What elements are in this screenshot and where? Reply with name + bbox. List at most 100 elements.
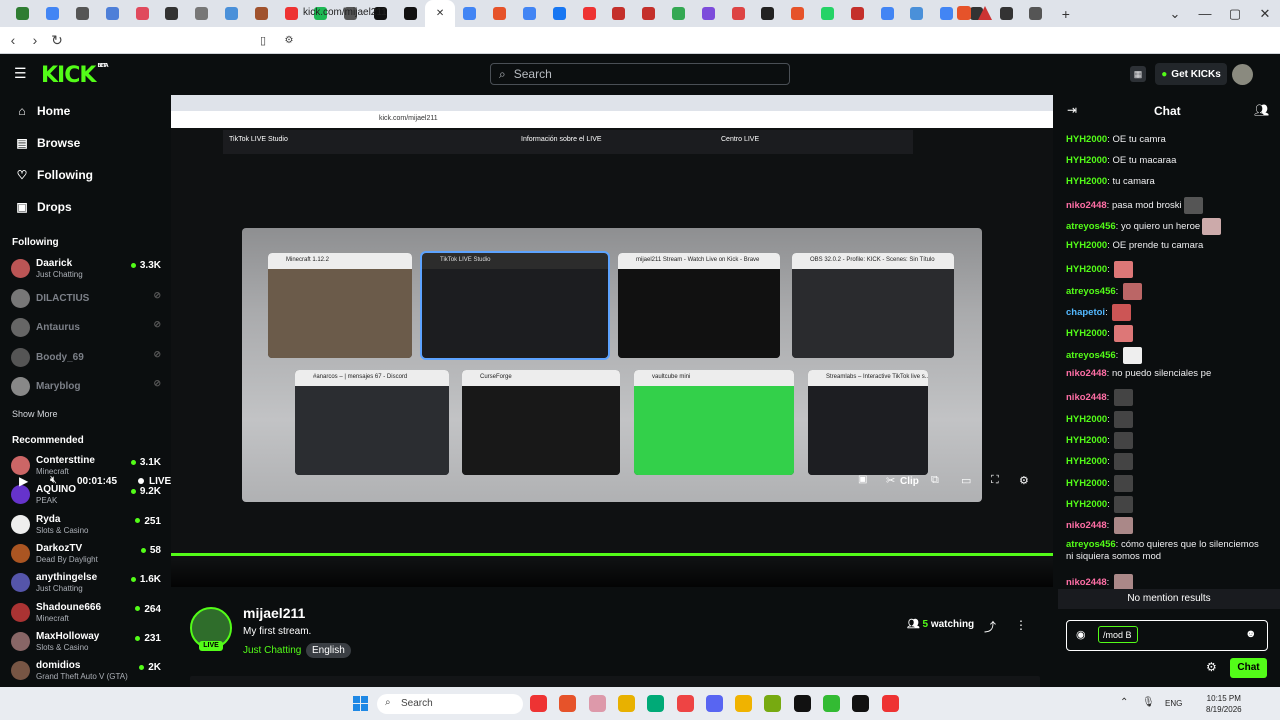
sidebar-nav-following[interactable]: ♡ Following <box>14 165 93 185</box>
chat-username[interactable]: chapetoi <box>1066 307 1105 318</box>
taskbar-app-icon[interactable] <box>735 695 753 712</box>
chat-username[interactable]: atreyos456 <box>1066 286 1116 297</box>
tray-chevron-icon[interactable]: ⌃ <box>1120 697 1128 708</box>
browser-tab[interactable] <box>693 0 723 27</box>
microphone-icon[interactable]: 🎙︎ <box>1142 697 1155 708</box>
recommended-channel[interactable]: DarkozTV Dead By Daylight 58 <box>11 541 161 567</box>
browser-tab[interactable] <box>991 0 1021 27</box>
browser-tab[interactable] <box>872 0 902 27</box>
maximize-icon[interactable]: ▢ <box>1220 6 1250 22</box>
chat-username[interactable]: HYH2000 <box>1066 435 1107 446</box>
browser-tab[interactable] <box>217 0 247 27</box>
browser-tab[interactable] <box>187 0 217 27</box>
browser-tab[interactable] <box>1021 0 1051 27</box>
browser-tab[interactable] <box>127 0 157 27</box>
tab-list-icon[interactable]: ⌄ <box>1160 6 1190 22</box>
user-avatar[interactable] <box>1232 64 1253 85</box>
taskbar-app-icon[interactable] <box>793 695 811 712</box>
back-icon[interactable]: ‹ <box>2 32 24 48</box>
close-tab-icon[interactable]: ✕ <box>425 0 455 27</box>
windows-start-icon[interactable] <box>353 696 368 711</box>
browser-tab[interactable] <box>68 0 98 27</box>
chat-send-button[interactable]: Chat <box>1230 658 1267 678</box>
url-input[interactable]: kick.com/mijael211 <box>303 7 387 18</box>
taskbar-app-icon[interactable] <box>647 695 665 712</box>
theater-icon[interactable]: ▣ <box>858 474 867 485</box>
switcher-window[interactable]: Streamlabs – Interactive TikTok live s..… <box>808 370 928 475</box>
taskbar-clock[interactable]: 10:15 PM 8/19/2026 <box>1206 693 1242 715</box>
new-tab-icon[interactable]: + <box>1051 0 1081 27</box>
get-kicks-button[interactable]: ● Get KICKs <box>1155 63 1227 85</box>
browser-tab[interactable] <box>753 0 783 27</box>
taskbar-app-icon[interactable] <box>764 695 782 712</box>
browser-tab[interactable] <box>574 0 604 27</box>
chat-username[interactable]: niko2448 <box>1066 200 1107 211</box>
more-options-icon[interactable]: ⋮ <box>1015 618 1027 632</box>
clip-icon[interactable]: ✂ <box>886 474 895 487</box>
browser-tab[interactable] <box>902 0 932 27</box>
browser-tab[interactable] <box>723 0 753 27</box>
sidebar-nav-home[interactable]: ⌂ Home <box>14 101 70 121</box>
chat-username[interactable]: HYH2000 <box>1066 478 1107 489</box>
taskbar-app-icon[interactable] <box>530 695 547 712</box>
recommended-channel[interactable]: anythingelse Just Chatting 1.6K <box>11 570 161 596</box>
miniplayer-icon[interactable]: ▭ <box>961 474 971 487</box>
following-channel[interactable]: Antaurus ⊘ <box>11 315 161 341</box>
following-channel[interactable]: Daarick Just Chatting 3.3K <box>11 256 161 282</box>
switcher-window[interactable]: TikTok LIVE Studio <box>420 251 610 360</box>
chat-username[interactable]: HYH2000 <box>1066 155 1107 166</box>
video-player[interactable]: kick.com/mijael211 TikTok LIVE Studio In… <box>171 95 1053 587</box>
taskbar-app-icon[interactable] <box>852 695 870 712</box>
site-info-icon[interactable]: ⚙ <box>278 35 300 46</box>
browser-tab[interactable] <box>157 0 187 27</box>
following-channel[interactable]: Maryblog ⊘ <box>11 374 161 400</box>
browser-tab[interactable] <box>783 0 813 27</box>
reload-icon[interactable]: ↻ <box>46 32 68 49</box>
collapse-chat-icon[interactable]: ⇥ <box>1067 103 1077 117</box>
emoji-icon[interactable]: ☻ <box>1245 628 1257 640</box>
browser-tab[interactable] <box>38 0 68 27</box>
taskbar-app-icon[interactable] <box>676 695 694 712</box>
kick-logo[interactable]: KICK BETA <box>41 63 109 88</box>
taskbar-app-icon[interactable] <box>559 695 577 712</box>
switcher-window[interactable]: OBS 32.0.2 - Profile: KICK - Scenes: Sin… <box>792 253 954 358</box>
volume-muted-icon[interactable]: 🔇︎ <box>50 474 57 487</box>
live-indicator[interactable]: LIVE <box>138 476 171 487</box>
browser-tab[interactable] <box>664 0 694 27</box>
bookmark-icon[interactable]: ▯ <box>252 34 274 47</box>
chat-username[interactable]: niko2448 <box>1066 368 1107 379</box>
forward-icon[interactable]: › <box>24 32 46 48</box>
switcher-window[interactable]: Minecraft 1.12.2 <box>268 253 412 358</box>
taskbar-search[interactable]: ⌕ Search <box>377 694 523 714</box>
chat-username[interactable]: atreyos456 <box>1066 221 1116 232</box>
recommended-channel[interactable]: domidios Grand Theft Auto V (GTA) 2K <box>11 658 161 684</box>
chat-username[interactable]: niko2448 <box>1066 392 1107 403</box>
taskbar-app-icon[interactable] <box>588 695 606 712</box>
play-icon[interactable]: ▶ <box>19 474 28 488</box>
chat-username[interactable]: atreyos456 <box>1066 539 1116 550</box>
chat-username[interactable]: atreyos456 <box>1066 350 1116 361</box>
chat-username[interactable]: HYH2000 <box>1066 134 1107 145</box>
chat-username[interactable]: HYH2000 <box>1066 176 1107 187</box>
share-icon[interactable]: ⤴ <box>984 618 996 635</box>
browser-tab[interactable] <box>515 0 545 27</box>
switcher-window[interactable]: vaultcube mini <box>634 370 794 475</box>
settings-icon[interactable]: ⚙ <box>1019 474 1029 487</box>
brave-shield-icon[interactable] <box>957 6 971 20</box>
recommended-channel[interactable]: Ryda Slots & Casino 251 <box>11 512 161 538</box>
chat-username[interactable]: HYH2000 <box>1066 328 1107 339</box>
browser-tab[interactable] <box>455 0 485 27</box>
chat-users-icon[interactable]: 👥︎ <box>1254 103 1269 117</box>
pip-icon[interactable]: ⧉ <box>931 474 939 487</box>
browser-tab[interactable] <box>604 0 634 27</box>
close-icon[interactable]: ✕ <box>1250 6 1280 22</box>
taskbar-app-icon[interactable] <box>881 695 899 712</box>
taskbar-app-icon[interactable] <box>705 695 723 712</box>
chat-settings-icon[interactable]: ⚙ <box>1206 660 1217 674</box>
following-channel[interactable]: DILACTIUS ⊘ <box>11 286 161 312</box>
show-more-following[interactable]: Show More <box>12 409 58 419</box>
chat-username[interactable]: HYH2000 <box>1066 264 1107 275</box>
streamer-name[interactable]: mijael211 <box>243 605 305 621</box>
browser-tab[interactable] <box>395 0 425 27</box>
taskbar-app-icon[interactable] <box>823 695 840 712</box>
